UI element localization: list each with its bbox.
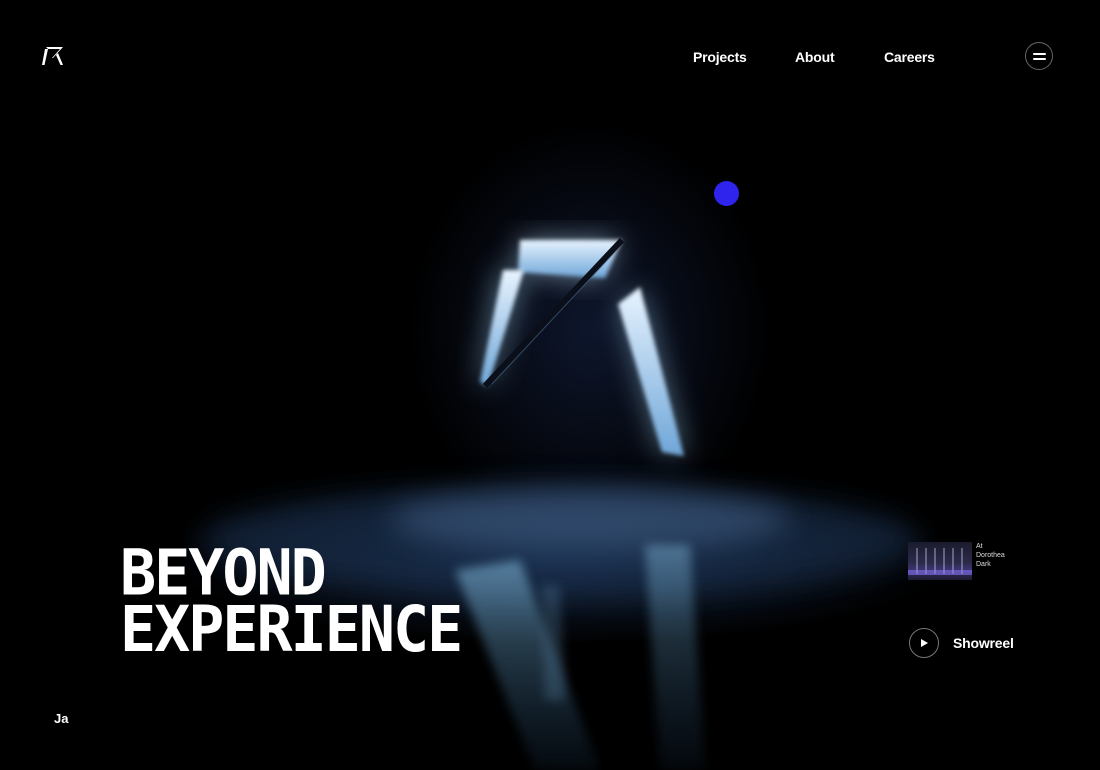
hero-title-line-2: EXPERIENCE	[120, 593, 463, 667]
project-preview-label-line-1: At	[976, 543, 983, 550]
project-preview-label-line-3: Dark	[976, 561, 991, 568]
hamburger-menu-icon	[1032, 52, 1046, 55]
hero-title: BEYOND EXPERIENCE	[120, 542, 463, 667]
hamburger-menu-icon-line	[1032, 57, 1046, 60]
nav-link-careers[interactable]: Careers	[884, 48, 944, 66]
showreel-label: Showreel	[953, 635, 1014, 651]
menu-button[interactable]	[1025, 42, 1053, 70]
showreel-button[interactable]: Showreel	[909, 628, 1014, 658]
project-preview-card[interactable]: At Dorothea Dark	[908, 542, 1016, 580]
corner-text: Ja	[54, 711, 69, 726]
project-preview-thumbnail[interactable]	[908, 542, 972, 580]
play-button[interactable]	[909, 628, 939, 658]
project-preview-label-line-2: Dorothea	[976, 552, 1005, 559]
nav-link-projects[interactable]: Projects	[693, 48, 795, 66]
cursor-dot	[714, 181, 739, 206]
project-preview-label: At Dorothea Dark	[976, 542, 1016, 580]
main-navigation: Projects About Careers	[693, 48, 944, 66]
nav-link-about[interactable]: About	[795, 48, 884, 66]
brand-logo-icon[interactable]	[42, 46, 64, 66]
play-icon	[921, 639, 928, 647]
